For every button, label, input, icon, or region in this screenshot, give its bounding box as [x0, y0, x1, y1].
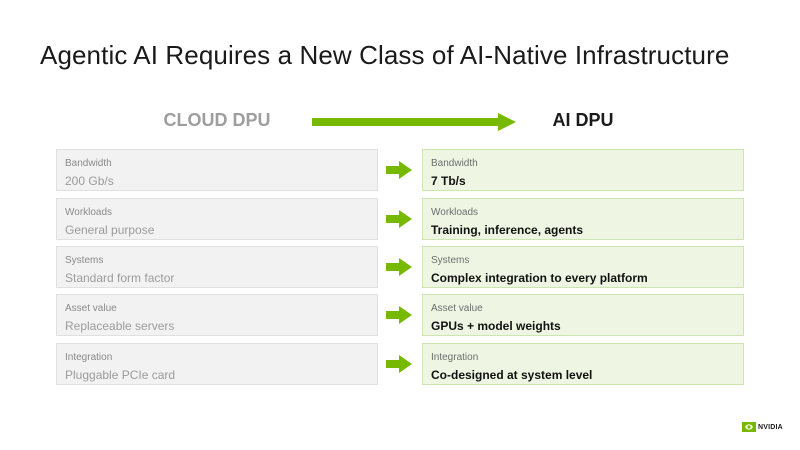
right-arrow-icon — [386, 210, 412, 228]
row-value: Training, inference, agents — [431, 223, 584, 237]
right-arrow-icon — [386, 258, 412, 276]
row-value: Standard form factor — [65, 271, 175, 285]
nvidia-logo-text: NVIDIA — [758, 423, 783, 431]
row-value: Replaceable servers — [65, 319, 175, 333]
row-label: Integration — [65, 352, 113, 363]
cloud-dpu-row-workloads: Workloads General purpose — [56, 198, 378, 240]
row-label: Workloads — [431, 207, 479, 218]
row-label: Systems — [65, 255, 104, 266]
row-label: Integration — [431, 352, 479, 363]
ai-dpu-row-bandwidth: Bandwidth 7 Tb/s — [422, 149, 744, 191]
row-label: Asset value — [65, 303, 117, 314]
row-value: 200 Gb/s — [65, 174, 114, 188]
cloud-dpu-row-integration: Integration Pluggable PCIe card — [56, 343, 378, 385]
row-label: Workloads — [65, 207, 113, 218]
row-label: Bandwidth — [431, 158, 478, 169]
row-value: Pluggable PCIe card — [65, 368, 176, 382]
row-label: Systems — [431, 255, 470, 266]
ai-dpu-row-systems: Systems Complex integration to every pla… — [422, 246, 744, 288]
ai-dpu-header: AI DPU — [552, 110, 614, 130]
right-arrow-icon — [386, 306, 412, 324]
slide-title: Agentic AI Requires a New Class of AI-Na… — [40, 40, 730, 70]
row-label: Asset value — [431, 303, 483, 314]
row-label: Bandwidth — [65, 158, 112, 169]
nvidia-eye-logo-icon — [742, 422, 756, 432]
right-arrow-icon — [386, 355, 412, 373]
ai-dpu-row-asset-value: Asset value GPUs + model weights — [422, 294, 744, 336]
row-value: Co-designed at system level — [431, 368, 593, 382]
ai-dpu-row-workloads: Workloads Training, inference, agents — [422, 198, 744, 240]
cloud-dpu-row-asset-value: Asset value Replaceable servers — [56, 294, 378, 336]
row-value: GPUs + model weights — [431, 319, 561, 333]
cloud-dpu-row-systems: Systems Standard form factor — [56, 246, 378, 288]
nvidia-logo: NVIDIA — [742, 421, 783, 433]
row-value: General purpose — [65, 223, 155, 237]
ai-dpu-row-integration: Integration Co-designed at system level — [422, 343, 744, 385]
cloud-dpu-row-bandwidth: Bandwidth 200 Gb/s — [56, 149, 378, 191]
row-value: Complex integration to every platform — [431, 271, 648, 285]
right-arrow-icon — [386, 161, 412, 179]
row-value: 7 Tb/s — [431, 174, 466, 188]
